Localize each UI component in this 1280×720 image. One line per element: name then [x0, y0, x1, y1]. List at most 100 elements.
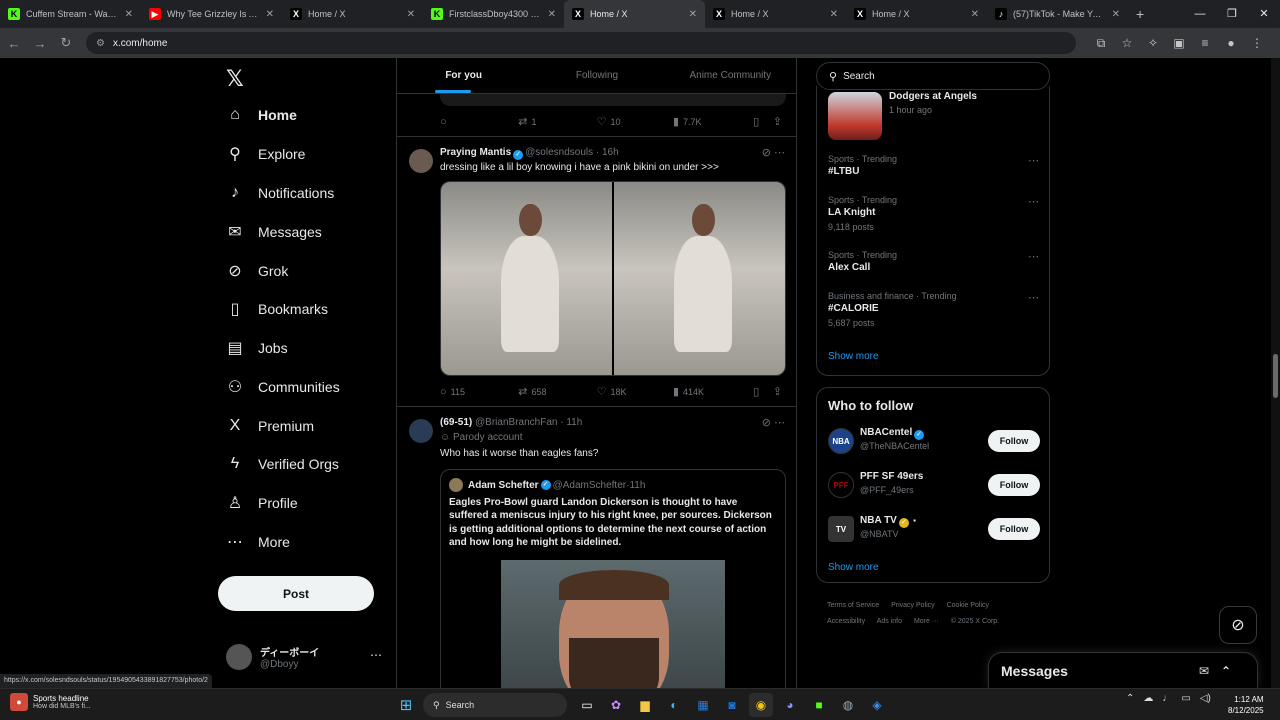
- browser-tab[interactable]: ▶ Why Tee Grizzley Is Accus ✕: [141, 0, 282, 28]
- more-icon[interactable]: ⋯: [1028, 250, 1039, 263]
- kick-icon[interactable]: ■: [807, 693, 831, 717]
- site-info-icon[interactable]: ⚙: [96, 38, 105, 49]
- browser-tab[interactable]: X Home / X ✕: [846, 0, 987, 28]
- tweet-time[interactable]: 11h: [566, 417, 582, 428]
- profile-icon[interactable]: ●: [1218, 36, 1244, 51]
- tweet-media[interactable]: [440, 181, 786, 376]
- reload-icon[interactable]: ↻: [54, 35, 78, 51]
- footer-link[interactable]: Terms of Service: [827, 602, 879, 609]
- x-logo-icon[interactable]: 𝕏: [226, 66, 244, 92]
- close-icon[interactable]: ✕: [125, 9, 133, 20]
- windows-start-icon[interactable]: ⊞: [394, 693, 418, 717]
- clock[interactable]: 1:12 AM 8/12/2025: [1228, 694, 1264, 716]
- expand-icon[interactable]: ⌃: [1221, 664, 1243, 678]
- quoted-media[interactable]: [501, 560, 725, 688]
- chrome-icon[interactable]: ◉: [749, 693, 773, 717]
- author-handle[interactable]: @BrianBranchFan: [475, 417, 557, 428]
- account-switcher[interactable]: ディーボーイ @Dboyy ⋯: [226, 642, 386, 672]
- browser-tab[interactable]: X Home / X ✕: [282, 0, 423, 28]
- more-icon[interactable]: ⊘ ⋯: [762, 416, 785, 429]
- tray-overflow-icon[interactable]: ⌃: [1126, 693, 1134, 704]
- tab-anime-community[interactable]: Anime Community: [664, 58, 796, 93]
- back-icon[interactable]: ←: [2, 36, 26, 51]
- show-more-link[interactable]: Show more: [828, 351, 879, 362]
- footer-link[interactable]: More ···: [914, 618, 939, 625]
- post-button[interactable]: Post: [218, 576, 374, 611]
- new-tab-icon[interactable]: +: [1136, 6, 1144, 22]
- nav-item-bookmarks[interactable]: ▯ Bookmarks: [226, 294, 328, 324]
- author-handle[interactable]: @solesndsouls: [525, 147, 593, 158]
- close-icon[interactable]: ✕: [407, 9, 415, 20]
- bookmark-button[interactable]: ▯: [753, 385, 773, 398]
- nav-item-more[interactable]: ⋯ More: [226, 527, 290, 557]
- nav-item-premium[interactable]: X Premium: [226, 411, 314, 441]
- close-icon[interactable]: ✕: [548, 9, 556, 20]
- bookmark-star-icon[interactable]: ☆: [1114, 36, 1140, 51]
- more-icon[interactable]: ⋯: [1028, 195, 1039, 208]
- tweet[interactable]: Praying Mantis ✓ @solesndsouls · 16h ⊘ ⋯ d…: [397, 136, 796, 406]
- photo-2[interactable]: [612, 182, 785, 375]
- sidebar-icon[interactable]: ▣: [1166, 36, 1192, 51]
- photo-1[interactable]: [441, 182, 612, 375]
- messages-drawer[interactable]: Messages ✉⌃: [988, 652, 1258, 688]
- news-widget[interactable]: ● Sports headline How did MLB's fi...: [10, 693, 91, 711]
- trend-item[interactable]: Sports · Trending Alex Call ⋯: [817, 250, 1049, 290]
- nav-item-verified-orgs[interactable]: ϟ Verified Orgs: [226, 449, 339, 479]
- browser-tab[interactable]: ♪ (57)TikTok - Make Your Da ✕: [987, 0, 1128, 28]
- minimize-icon[interactable]: —: [1184, 0, 1216, 28]
- share-button[interactable]: ⇪: [773, 385, 786, 398]
- trend-item[interactable]: Business and finance · Trending #CALORIE 5…: [817, 291, 1049, 331]
- follow-button[interactable]: Follow: [988, 430, 1040, 452]
- footer-link[interactable]: Accessibility: [827, 618, 865, 625]
- more-icon[interactable]: ⊘ ⋯: [762, 146, 785, 159]
- media-icon[interactable]: ≡: [1192, 36, 1218, 51]
- trend-item[interactable]: Dodgers at Angels 1 hour ago: [817, 86, 1049, 146]
- trend-item[interactable]: Sports · Trending LA Knight 9,118 posts ⋯: [817, 195, 1049, 235]
- more-icon[interactable]: ⋯: [370, 648, 382, 662]
- close-icon[interactable]: ✕: [689, 9, 697, 20]
- bookmark-button[interactable]: ▯: [753, 115, 773, 128]
- grok-button[interactable]: ⊘: [1219, 606, 1257, 644]
- steam-icon[interactable]: ◍: [836, 693, 860, 717]
- nav-item-profile[interactable]: ♙ Profile: [226, 488, 298, 518]
- copilot-icon[interactable]: ✿: [604, 693, 628, 717]
- network-icon[interactable]: ☁: [1143, 693, 1153, 704]
- follow-button[interactable]: Follow: [988, 518, 1040, 540]
- repost-button[interactable]: ⇄ 658: [518, 385, 596, 398]
- tweet[interactable]: (69-51) @BrianBranchFan · 11h ⊘ ⋯ ☺ Paro…: [397, 406, 796, 688]
- microphone-icon[interactable]: ♩: [1162, 693, 1172, 704]
- repost-button[interactable]: ⇄ 1: [518, 115, 596, 128]
- nav-item-notifications[interactable]: ♪ Notifications: [226, 178, 334, 208]
- discord-icon[interactable]: ◕: [778, 693, 802, 717]
- install-app-icon[interactable]: ⧉: [1088, 36, 1114, 51]
- nav-item-explore[interactable]: ⚲ Explore: [226, 139, 305, 169]
- avatar[interactable]: [409, 419, 433, 443]
- footer-link[interactable]: Ads info: [877, 618, 902, 625]
- close-icon[interactable]: ✕: [971, 9, 979, 20]
- views-button[interactable]: ▮ 7.7K: [673, 115, 753, 128]
- scrollbar-thumb[interactable]: [1273, 354, 1278, 398]
- maximize-icon[interactable]: ❐: [1216, 0, 1248, 28]
- views-button[interactable]: ▮ 414K: [673, 385, 753, 398]
- menu-icon[interactable]: ⋮: [1244, 36, 1270, 51]
- share-button[interactable]: ⇪: [773, 115, 786, 128]
- show-more-link[interactable]: Show more: [828, 562, 879, 573]
- more-icon[interactable]: ⋯: [1028, 291, 1039, 304]
- avatar[interactable]: [409, 149, 433, 173]
- page-scrollbar[interactable]: [1271, 58, 1280, 688]
- store-icon[interactable]: ▦: [691, 693, 715, 717]
- close-icon[interactable]: ✕: [1112, 9, 1120, 20]
- more-icon[interactable]: ⋯: [1028, 154, 1039, 167]
- author-name[interactable]: (69-51): [440, 417, 472, 428]
- app-icon[interactable]: ◈: [865, 693, 889, 717]
- footer-link[interactable]: Cookie Policy: [947, 602, 989, 609]
- new-message-icon[interactable]: ✉: [1199, 664, 1221, 678]
- tweet-time[interactable]: 16h: [602, 147, 619, 158]
- display-icon[interactable]: ▭: [1181, 693, 1190, 704]
- close-icon[interactable]: ✕: [266, 9, 274, 20]
- nav-item-jobs[interactable]: ▤ Jobs: [226, 333, 287, 363]
- extensions-icon[interactable]: ✧: [1140, 36, 1166, 51]
- like-button[interactable]: ♡ 18K: [597, 385, 673, 398]
- forward-icon[interactable]: →: [28, 36, 52, 51]
- trend-item[interactable]: Sports · Trending #LTBU ⋯: [817, 154, 1049, 194]
